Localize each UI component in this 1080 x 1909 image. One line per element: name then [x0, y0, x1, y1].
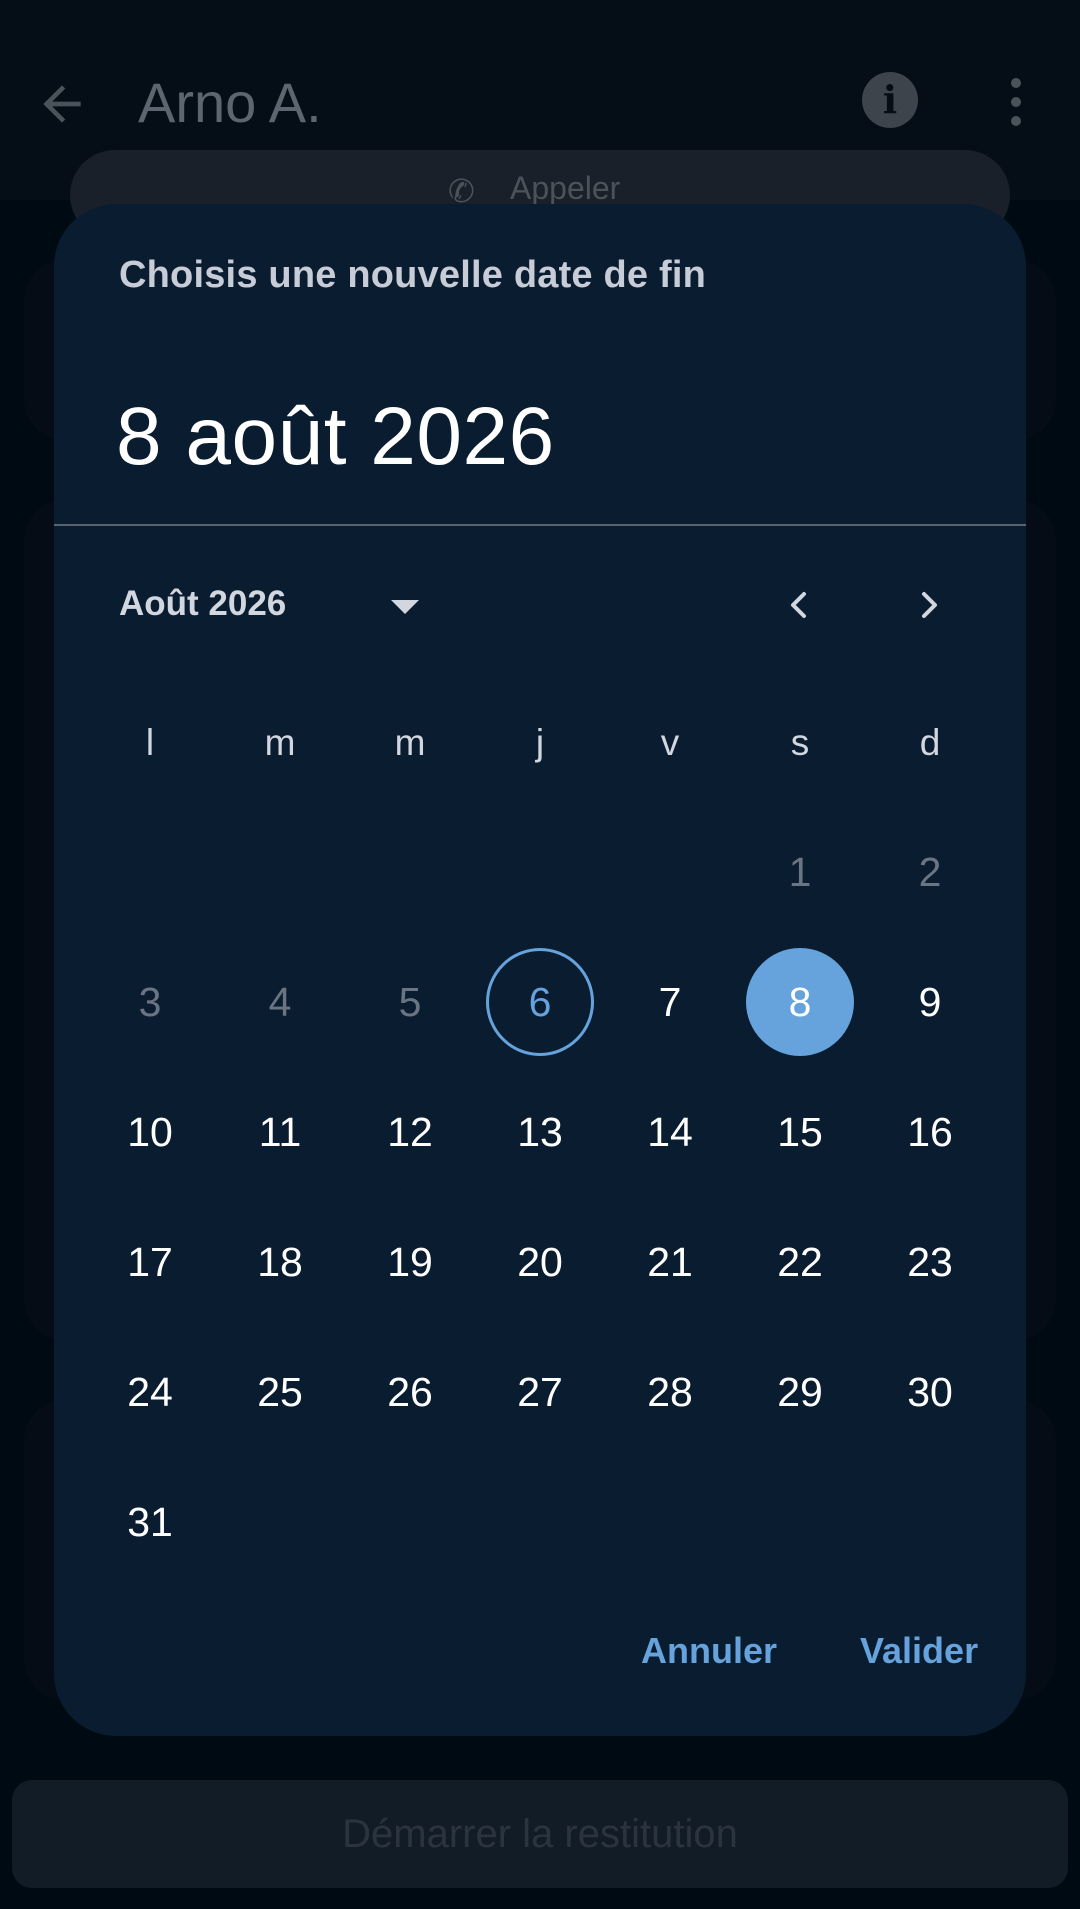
day-cell[interactable]: 31: [96, 1468, 204, 1576]
start-restitution-button[interactable]: Démarrer la restitution: [12, 1780, 1068, 1888]
day-cell[interactable]: 15: [746, 1078, 854, 1186]
day-cell[interactable]: 26: [356, 1338, 464, 1446]
next-month-button[interactable]: [894, 570, 964, 640]
day-cell[interactable]: 12: [356, 1078, 464, 1186]
day-cell: 5: [398, 979, 422, 1025]
chevron-left-icon: [791, 592, 806, 618]
day-cell-today[interactable]: 6: [486, 948, 594, 1056]
day-cell[interactable]: 11: [226, 1078, 334, 1186]
day-cell[interactable]: 7: [616, 948, 724, 1056]
contact-name: Arno A.: [138, 71, 322, 134]
day-cell[interactable]: 18: [226, 1208, 334, 1316]
day-cell: 3: [138, 979, 162, 1025]
day-cell[interactable]: 29: [746, 1338, 854, 1446]
previous-month-button[interactable]: [764, 570, 834, 640]
arrow-left-icon[interactable]: [34, 76, 90, 132]
day-cell[interactable]: 25: [226, 1338, 334, 1446]
day-cell[interactable]: 22: [746, 1208, 854, 1316]
day-cell: 2: [918, 849, 942, 895]
day-cell[interactable]: 16: [876, 1078, 984, 1186]
day-cell[interactable]: 28: [616, 1338, 724, 1446]
weekday-label: d: [919, 722, 941, 763]
day-cell[interactable]: 27: [486, 1338, 594, 1446]
day-cell[interactable]: 20: [486, 1208, 594, 1316]
date-picker-dialog: Choisis une nouvelle date de fin 8 août …: [54, 204, 1026, 1736]
weekday-label: m: [264, 722, 296, 763]
chevron-right-icon: [922, 592, 937, 618]
month-year-label: Août 2026: [119, 584, 287, 623]
call-label: Appeler: [510, 170, 621, 206]
day-cell[interactable]: 21: [616, 1208, 724, 1316]
info-icon[interactable]: i: [862, 72, 918, 128]
dialog-title: Choisis une nouvelle date de fin: [119, 254, 707, 296]
weekday-label: m: [394, 722, 426, 763]
start-restitution-label: Démarrer la restitution: [342, 1812, 738, 1856]
day-cell[interactable]: 23: [876, 1208, 984, 1316]
weekday-label: j: [535, 722, 545, 763]
weekday-label: v: [660, 722, 680, 763]
day-cell[interactable]: 13: [486, 1078, 594, 1186]
triangle-down-icon: [391, 600, 419, 614]
more-vert-icon[interactable]: [1010, 78, 1022, 126]
day-cell: 4: [268, 979, 292, 1025]
divider: [54, 524, 1026, 526]
day-cell[interactable]: 30: [876, 1338, 984, 1446]
selected-date-headline: 8 août 2026: [116, 391, 555, 482]
day-cell[interactable]: 24: [96, 1338, 204, 1446]
day-cell[interactable]: 10: [96, 1078, 204, 1186]
weekday-label: s: [790, 722, 810, 763]
phone-icon: ✆: [448, 173, 475, 209]
cancel-button[interactable]: Annuler: [641, 1630, 777, 1672]
day-cell[interactable]: 19: [356, 1208, 464, 1316]
weekday-label: l: [145, 722, 155, 763]
day-cell[interactable]: 9: [876, 948, 984, 1056]
day-cell-selected[interactable]: 8: [746, 948, 854, 1056]
day-cell: 1: [788, 849, 812, 895]
confirm-button[interactable]: Valider: [860, 1630, 978, 1672]
day-cell[interactable]: 17: [96, 1208, 204, 1316]
day-cell[interactable]: 14: [616, 1078, 724, 1186]
